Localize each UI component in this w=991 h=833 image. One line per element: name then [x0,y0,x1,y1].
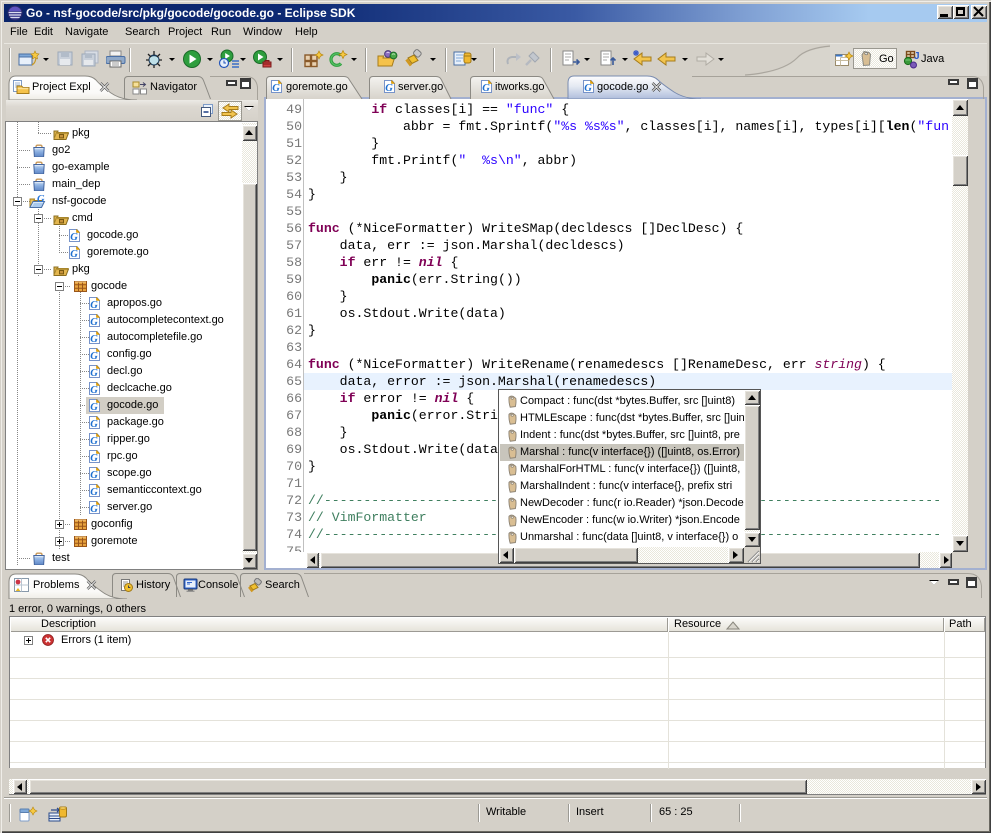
svg-text:G: G [37,194,45,205]
svg-text:J: J [914,51,920,62]
